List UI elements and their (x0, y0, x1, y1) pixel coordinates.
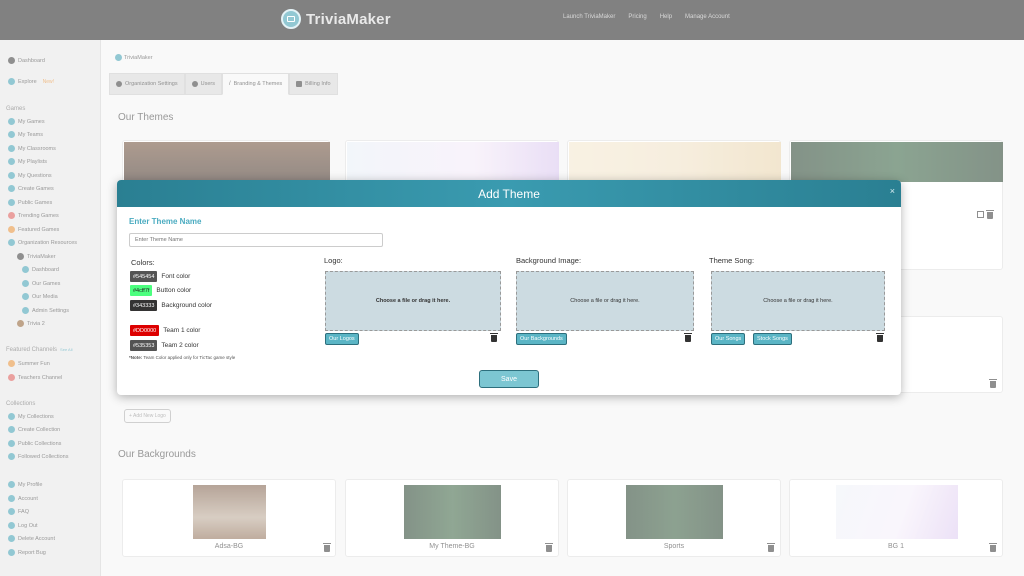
team1-color-swatch[interactable]: #DD0000 (130, 325, 160, 336)
background-color-swatch[interactable]: #343333 (130, 300, 158, 311)
font-color-label: Font color (161, 273, 191, 280)
song-dropzone[interactable]: Choose a file or drag it here. (711, 271, 885, 331)
logo-dropzone[interactable]: Choose a file or drag it here. (325, 271, 501, 331)
theme-song-label: Theme Song: (709, 256, 755, 265)
team2-color-row: #535353 Team 2 color (130, 340, 199, 351)
team1-color-label: Team 1 color (163, 327, 201, 334)
team2-color-swatch[interactable]: #535353 (130, 340, 158, 351)
our-backgrounds-button[interactable]: Our Backgrounds (516, 333, 567, 345)
button-color-label: Button color (156, 287, 192, 294)
add-theme-modal: Add Theme × Enter Theme Name Colors: #54… (117, 180, 901, 395)
background-image-label: Background Image: (516, 256, 582, 265)
trash-icon[interactable] (876, 333, 884, 342)
background-color-label: Background color (161, 302, 213, 309)
team1-color-row: #DD0000 Team 1 color (130, 325, 200, 336)
theme-name-input[interactable] (129, 233, 383, 247)
button-color-row: #4cff7f Button color (130, 285, 191, 296)
colors-label: Colors: (131, 258, 155, 267)
our-logos-button[interactable]: Our Logos (325, 333, 359, 345)
team-color-note: *Note: Team Color applied only for TicTa… (129, 355, 236, 360)
team2-color-label: Team 2 color (161, 342, 199, 349)
close-icon[interactable]: × (890, 186, 895, 196)
save-button[interactable]: Save (479, 370, 539, 388)
trash-icon[interactable] (684, 333, 692, 342)
font-color-swatch[interactable]: #545454 (130, 271, 158, 282)
font-color-row: #545454 Font color (130, 271, 190, 282)
our-songs-button[interactable]: Our Songs (711, 333, 746, 345)
theme-name-label: Enter Theme Name (129, 217, 202, 226)
button-color-swatch[interactable]: #4cff7f (130, 285, 153, 296)
modal-header: Add Theme × (117, 180, 901, 207)
logo-label: Logo: (324, 256, 343, 265)
background-color-row: #343333 Background color (130, 300, 212, 311)
trash-icon[interactable] (490, 333, 498, 342)
stock-songs-button[interactable]: Stock Songs (753, 333, 792, 345)
modal-title: Add Theme (478, 186, 540, 201)
background-dropzone[interactable]: Choose a file or drag it here. (516, 271, 694, 331)
